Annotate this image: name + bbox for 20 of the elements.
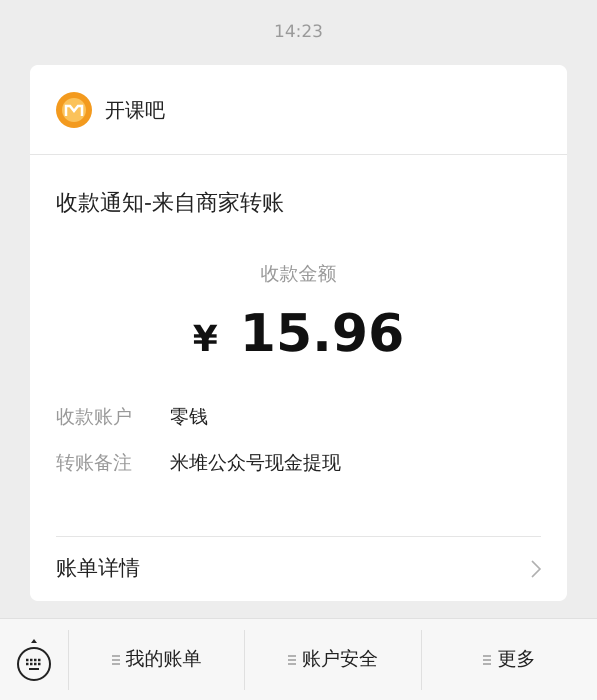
detail-label: 收款账户 [56,404,133,430]
menu-icon [288,654,296,664]
detail-value: 米堆公众号现金提现 [170,451,341,476]
currency-symbol: ¥ [192,318,218,362]
menu-button[interactable]: 更多 [483,645,536,674]
detail-value: 零钱 [170,404,208,430]
menu-button[interactable]: 我的账单 [112,645,202,674]
notification-title: 收款通知-来自商家转账 [56,190,285,218]
bill-details-link[interactable]: 账单详情 [30,537,567,601]
timestamp: 14:23 [274,20,323,44]
menu-icon [112,654,120,664]
amount-value: 15.96 [240,302,404,366]
app-logo-icon [55,90,93,128]
sender-name: 开课吧 [105,96,165,124]
menu-button[interactable]: 账户安全 [288,645,378,674]
chevron-right-icon [531,560,541,578]
menu-icon [483,654,492,664]
keyboard-icon[interactable] [16,638,52,682]
detail-label: 转账备注 [56,451,133,476]
amount-label: 收款金额 [260,262,336,287]
